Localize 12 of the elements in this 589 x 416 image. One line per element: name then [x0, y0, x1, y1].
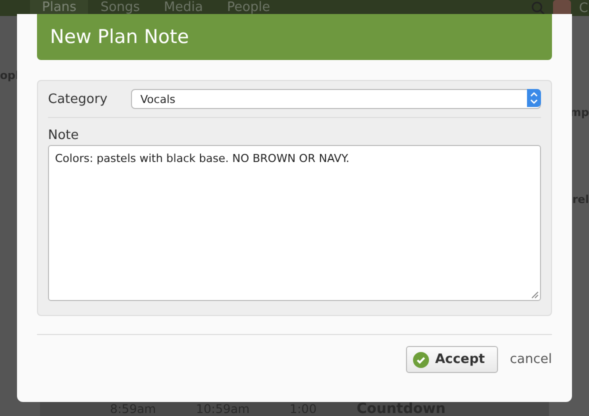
- category-label: Category: [48, 92, 108, 106]
- cancel-link[interactable]: cancel: [510, 352, 552, 367]
- search-icon[interactable]: [531, 1, 545, 15]
- user-name: C: [579, 0, 589, 16]
- dialog-title: New Plan Note: [37, 14, 552, 60]
- note-label: Note: [48, 128, 80, 143]
- accept-button[interactable]: Accept: [406, 346, 498, 373]
- resize-grip-icon[interactable]: [531, 291, 539, 299]
- check-icon: [413, 352, 430, 368]
- chevron-icon: [527, 89, 541, 107]
- note-field[interactable]: Colors: pastels with black base. NO BROWN OR NAVY.: [48, 145, 541, 301]
- category-select[interactable]: Vocals: [131, 89, 541, 109]
